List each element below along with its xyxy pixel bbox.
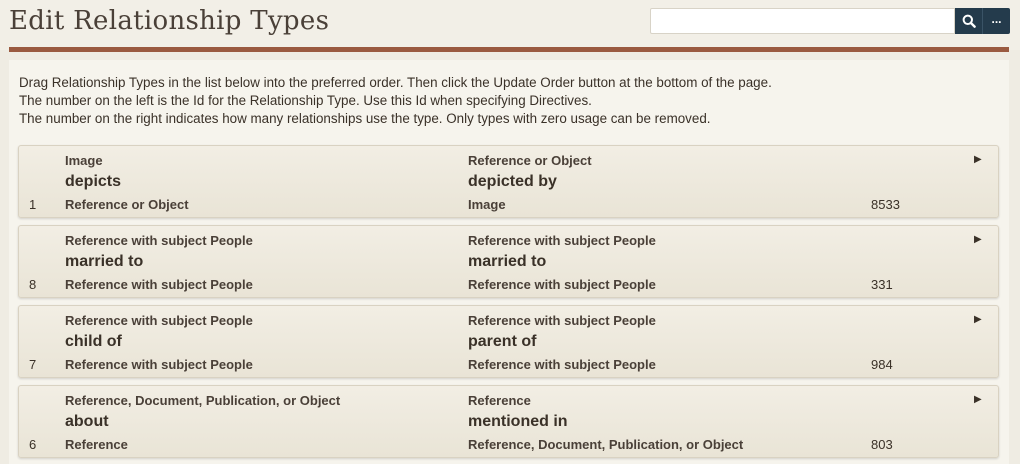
type-id: 6 bbox=[29, 437, 37, 452]
right-top-type: Reference or Object bbox=[468, 153, 592, 168]
usage-count: 8533 bbox=[871, 197, 900, 212]
usage-count: 984 bbox=[871, 357, 893, 372]
instructions: Drag Relationship Types in the list belo… bbox=[19, 74, 999, 128]
left-bottom-type: Reference with subject People bbox=[65, 277, 253, 292]
main-content: Drag Relationship Types in the list belo… bbox=[9, 60, 1009, 464]
right-bottom-type: Reference with subject People bbox=[468, 357, 656, 372]
right-top-type: Reference bbox=[468, 393, 531, 408]
right-bottom-type: Image bbox=[468, 197, 506, 212]
expand-arrow-icon[interactable]: ▶ bbox=[974, 234, 982, 245]
search-icon bbox=[962, 14, 976, 28]
right-top-type: Reference with subject People bbox=[468, 313, 656, 328]
right-bottom-type: Reference, Document, Publication, or Obj… bbox=[468, 437, 744, 452]
left-bottom-type: Reference with subject People bbox=[65, 357, 253, 372]
usage-count: 803 bbox=[871, 437, 893, 452]
left-bottom-type: Reference bbox=[65, 437, 128, 452]
header-divider bbox=[9, 47, 1009, 52]
expand-arrow-icon[interactable]: ▶ bbox=[974, 314, 982, 325]
right-relationship-label: depicted by bbox=[468, 173, 557, 190]
right-top-type: Reference with subject People bbox=[468, 233, 656, 248]
page-title: Edit Relationship Types bbox=[9, 6, 330, 36]
relationship-type-row[interactable]: 8 Reference with subject People married … bbox=[18, 225, 999, 298]
relationship-type-list: 1 Image depicts Reference or Object Refe… bbox=[18, 145, 999, 464]
left-bottom-type: Reference or Object bbox=[65, 197, 189, 212]
left-top-type: Reference with subject People bbox=[65, 313, 253, 328]
relationship-type-row[interactable]: 7 Reference with subject People child of… bbox=[18, 305, 999, 378]
left-relationship-label: child of bbox=[65, 333, 122, 350]
right-relationship-label: parent of bbox=[468, 333, 537, 350]
expand-arrow-icon[interactable]: ▶ bbox=[974, 394, 982, 405]
type-id: 8 bbox=[29, 277, 37, 292]
left-top-type: Reference, Document, Publication, or Obj… bbox=[65, 393, 341, 408]
left-relationship-label: about bbox=[65, 413, 109, 430]
instruction-line-2: The number on the left is the Id for the… bbox=[19, 93, 592, 108]
search-input[interactable] bbox=[650, 8, 955, 34]
instruction-line-1: Drag Relationship Types in the list belo… bbox=[19, 75, 772, 90]
relationship-type-row[interactable]: 6 Reference, Document, Publication, or O… bbox=[18, 385, 999, 458]
relationship-type-row[interactable]: 1 Image depicts Reference or Object Refe… bbox=[18, 145, 999, 218]
search-button[interactable] bbox=[955, 8, 983, 34]
more-options-button[interactable]: ... bbox=[983, 8, 1010, 34]
left-top-type: Image bbox=[65, 153, 103, 168]
right-relationship-label: mentioned in bbox=[468, 413, 568, 430]
left-top-type: Reference with subject People bbox=[65, 233, 253, 248]
left-relationship-label: depicts bbox=[65, 173, 122, 190]
type-id: 1 bbox=[29, 197, 37, 212]
instruction-line-3: The number on the right indicates how ma… bbox=[19, 111, 711, 126]
right-bottom-type: Reference with subject People bbox=[468, 277, 656, 292]
left-relationship-label: married to bbox=[65, 253, 144, 270]
right-relationship-label: married to bbox=[468, 253, 547, 270]
expand-arrow-icon[interactable]: ▶ bbox=[974, 154, 982, 165]
header-bar: Edit Relationship Types ... bbox=[0, 0, 1020, 52]
usage-count: 331 bbox=[871, 277, 893, 292]
type-id: 7 bbox=[29, 357, 37, 372]
